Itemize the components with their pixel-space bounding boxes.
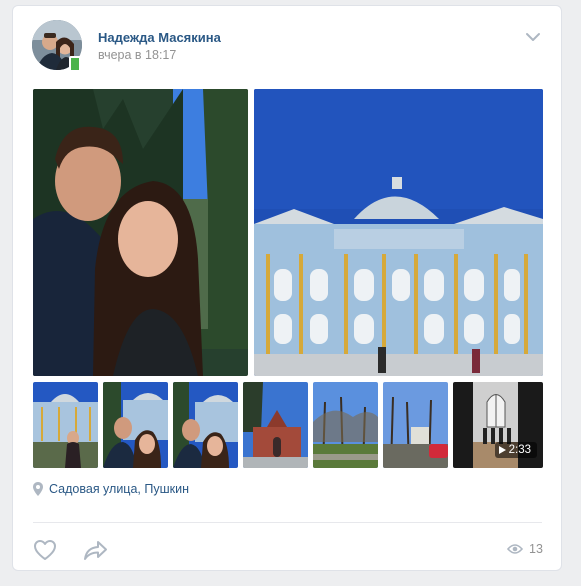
views: 13 <box>507 542 543 556</box>
eye-icon <box>507 544 523 554</box>
chevron-down-icon[interactable] <box>525 32 541 42</box>
author-name[interactable]: Надежда Масякина <box>98 30 221 45</box>
play-icon <box>498 446 506 454</box>
post-card: Надежда Масякина вчера в 18:17 2:33 Садо… <box>12 5 562 571</box>
thumb-photo[interactable] <box>243 382 308 468</box>
thumb-photo[interactable] <box>313 382 378 468</box>
heart-icon[interactable] <box>33 539 57 561</box>
post-time[interactable]: вчера в 18:17 <box>98 48 176 62</box>
online-mobile-indicator <box>69 56 81 72</box>
location[interactable]: Садовая улица, Пушкин <box>33 482 189 496</box>
location-pin-icon <box>33 482 43 496</box>
video-duration: 2:33 <box>508 444 531 456</box>
photo-selfie-large[interactable] <box>33 89 248 376</box>
thumb-photo[interactable] <box>383 382 448 468</box>
video-duration-badge: 2:33 <box>494 442 537 458</box>
location-label[interactable]: Садовая улица, Пушкин <box>49 482 189 496</box>
photo-palace-large[interactable] <box>254 89 543 376</box>
thumb-photo[interactable] <box>33 382 98 468</box>
views-count: 13 <box>529 542 543 556</box>
thumb-photo[interactable] <box>103 382 168 468</box>
thumb-video[interactable]: 2:33 <box>453 382 543 468</box>
thumb-photo[interactable] <box>173 382 238 468</box>
divider <box>33 522 542 523</box>
share-arrow-icon[interactable] <box>83 539 109 561</box>
